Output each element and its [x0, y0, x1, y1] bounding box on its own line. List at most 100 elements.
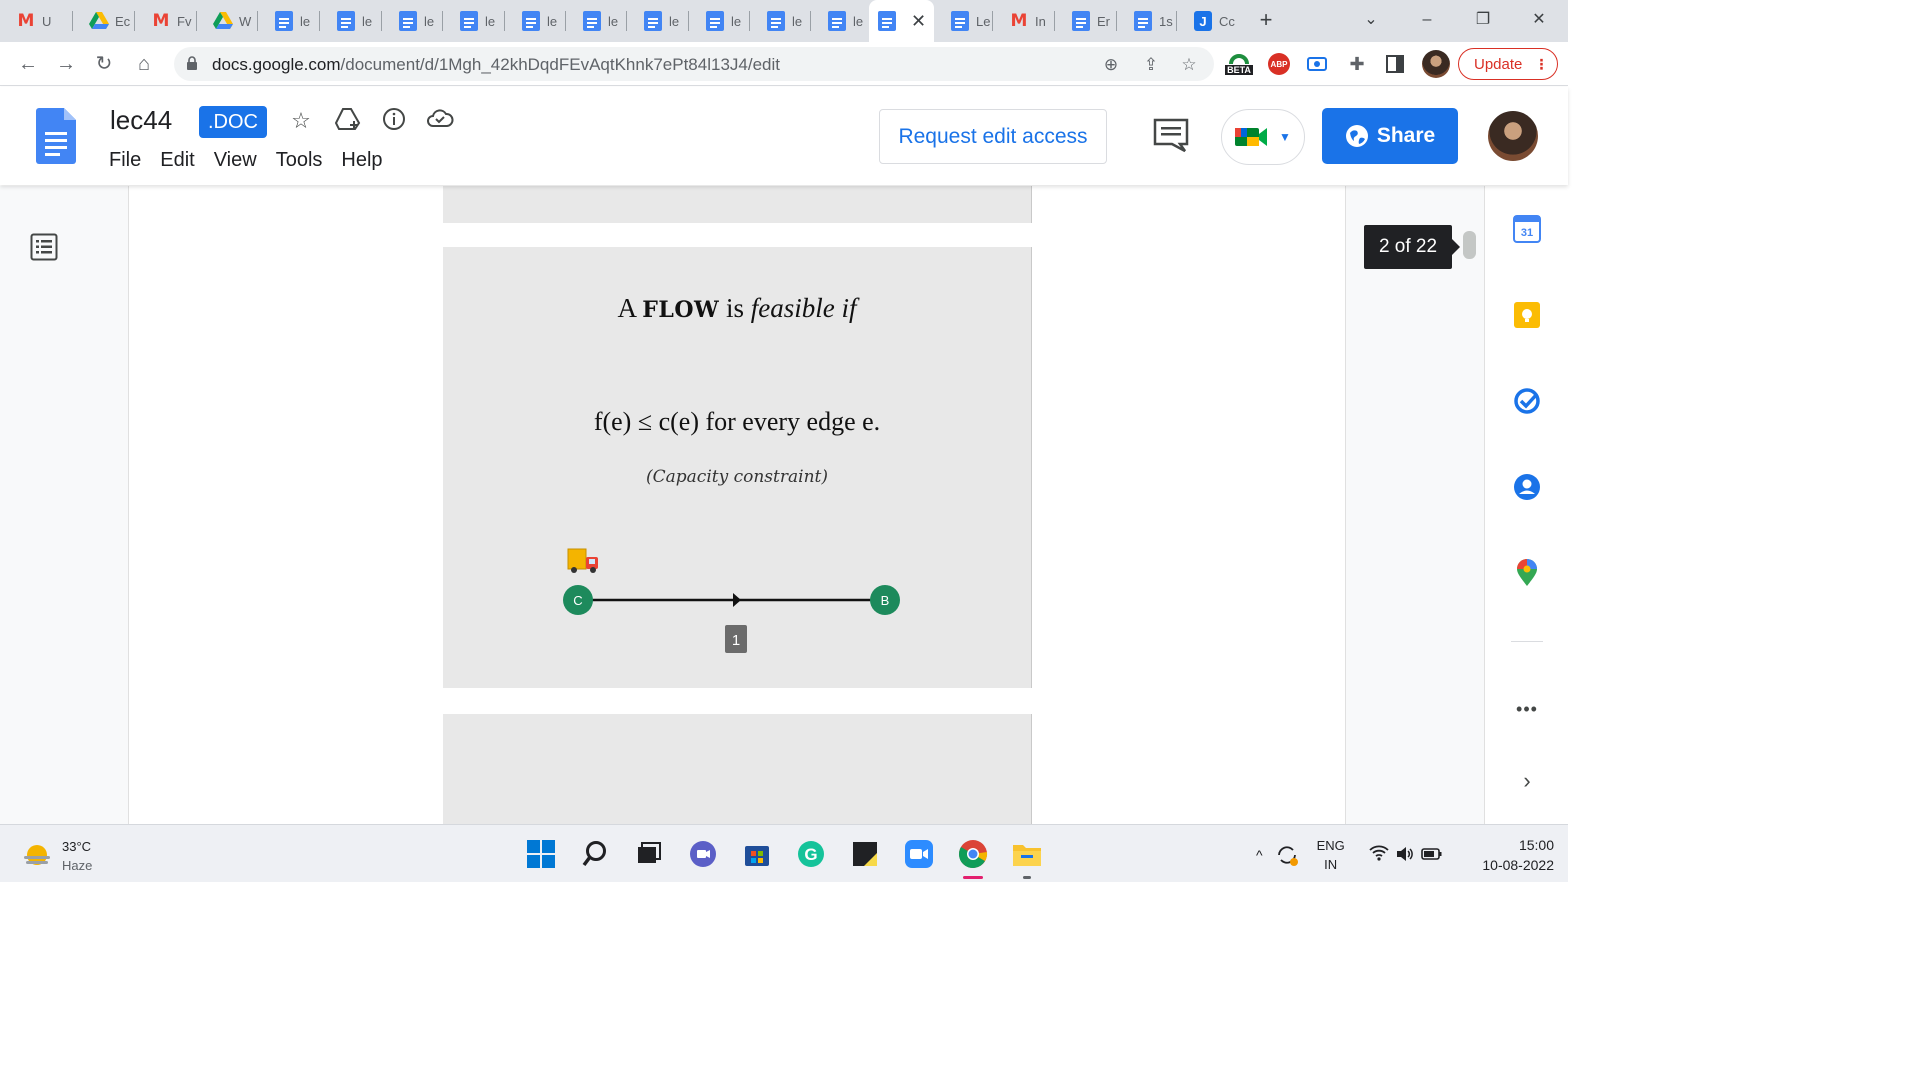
keep-icon[interactable]: [1512, 300, 1542, 330]
screen-capture-icon[interactable]: [1306, 51, 1328, 77]
forward-button[interactable]: →: [52, 50, 80, 78]
wifi-icon[interactable]: [1369, 845, 1389, 866]
browser-tab[interactable]: J Cc: [1177, 8, 1239, 34]
home-button[interactable]: ⌂: [130, 50, 158, 78]
browser-tab[interactable]: Le: [934, 8, 993, 34]
page-number-indicator: 2 of 22: [1364, 225, 1460, 269]
explorer-running-indicator: [1023, 876, 1031, 879]
browser-tab-active[interactable]: ✕: [869, 0, 934, 42]
windows-taskbar: 33°C Haze G ^ ENG IN 15:00 10-08-2022: [0, 824, 1568, 882]
browser-tab[interactable]: le: [627, 8, 689, 34]
update-button[interactable]: Update ⋮: [1458, 48, 1558, 80]
browser-tab[interactable]: Ec: [73, 8, 135, 34]
globe-icon: [1345, 125, 1368, 147]
sync-icon[interactable]: [1275, 843, 1299, 867]
browser-tab[interactable]: le: [689, 8, 750, 34]
profile-avatar[interactable]: [1422, 50, 1450, 78]
sticky-notes-icon[interactable]: [850, 839, 880, 869]
info-icon[interactable]: [380, 107, 408, 135]
calendar-icon[interactable]: 31: [1512, 214, 1542, 244]
menu-view[interactable]: View: [214, 149, 257, 172]
side-panel-toggle-icon[interactable]: [1384, 51, 1406, 77]
microsoft-store-icon[interactable]: [742, 839, 772, 869]
adblock-icon[interactable]: ABP: [1268, 53, 1290, 75]
lock-icon[interactable]: [186, 56, 198, 70]
google-docs-logo[interactable]: [36, 108, 76, 164]
restore-button[interactable]: ❐: [1468, 6, 1498, 34]
gmail-icon: M: [1010, 11, 1028, 31]
menu-file[interactable]: File: [109, 149, 141, 172]
task-view-icon[interactable]: [634, 839, 664, 869]
browser-tab[interactable]: le: [382, 8, 443, 34]
tab-title: le: [731, 13, 742, 29]
google-docs-icon: [827, 11, 847, 31]
document-title[interactable]: lec44: [110, 105, 172, 136]
maps-icon[interactable]: [1512, 558, 1542, 588]
address-bar[interactable]: docs.google.com/document/d/1Mgh_42khDqdF…: [174, 47, 1214, 81]
document-outline-icon[interactable]: [30, 233, 58, 261]
close-tab-icon[interactable]: ✕: [911, 11, 926, 32]
browser-tab[interactable]: le: [811, 8, 869, 34]
back-button[interactable]: ←: [14, 50, 42, 78]
reload-button[interactable]: ↻: [90, 50, 118, 78]
account-avatar[interactable]: [1488, 111, 1538, 161]
share-button[interactable]: Share: [1322, 108, 1458, 164]
close-window-button[interactable]: ✕: [1524, 6, 1554, 34]
new-tab-button[interactable]: +: [1254, 8, 1278, 32]
browser-tab[interactable]: le: [750, 8, 811, 34]
document-canvas[interactable]: A FLOW is feasible if f(e) ≤ c(e) for ev…: [0, 186, 1484, 824]
star-icon[interactable]: ☆: [287, 107, 315, 135]
volume-icon[interactable]: [1395, 846, 1415, 865]
node-b-label: B: [881, 593, 890, 608]
language-indicator[interactable]: ENG IN: [1317, 836, 1345, 874]
browser-tab[interactable]: le: [258, 8, 320, 34]
teams-chat-icon[interactable]: [688, 839, 718, 869]
bookmark-star-icon[interactable]: ☆: [1178, 55, 1200, 75]
system-tray: ^ ENG IN: [1256, 835, 1443, 875]
tasks-icon[interactable]: [1512, 386, 1542, 416]
chrome-icon[interactable]: [958, 839, 988, 869]
browser-tab[interactable]: 1s: [1117, 8, 1177, 34]
share-page-icon[interactable]: ⇪: [1140, 55, 1162, 75]
file-explorer-icon[interactable]: [1012, 839, 1042, 869]
browser-tab[interactable]: W: [197, 8, 258, 34]
comment-history-icon[interactable]: [1152, 117, 1190, 153]
browser-tab[interactable]: M In: [993, 8, 1055, 34]
menu-edit[interactable]: Edit: [160, 149, 194, 172]
tab-title: Cc: [1219, 13, 1235, 29]
request-edit-access-button[interactable]: Request edit access: [879, 109, 1107, 164]
expand-panel-chevron-icon[interactable]: ›: [1512, 766, 1542, 796]
browser-tab[interactable]: le: [566, 8, 627, 34]
search-icon[interactable]: [580, 839, 610, 869]
cloud-saved-icon[interactable]: [426, 107, 454, 135]
beta-extension-icon[interactable]: BETA: [1222, 51, 1256, 77]
battery-icon[interactable]: [1420, 846, 1443, 865]
scrollbar-thumb[interactable]: [1463, 231, 1476, 259]
extensions-puzzle-icon[interactable]: ✚: [1346, 51, 1368, 77]
more-options-icon[interactable]: •••: [1512, 694, 1542, 724]
tab-search-icon[interactable]: ⌄: [1356, 6, 1386, 34]
menu-tools[interactable]: Tools: [276, 149, 323, 172]
google-docs-icon: [459, 11, 479, 31]
menu-help[interactable]: Help: [341, 149, 382, 172]
tab-title: le: [853, 13, 864, 29]
minimize-button[interactable]: –: [1412, 6, 1442, 34]
show-hidden-icons-chevron-icon[interactable]: ^: [1256, 847, 1263, 863]
svg-text:G: G: [804, 845, 817, 864]
browser-tab[interactable]: M Fv: [135, 8, 197, 34]
contacts-icon[interactable]: [1512, 472, 1542, 502]
grammarly-icon[interactable]: G: [796, 839, 826, 869]
move-to-drive-icon[interactable]: [334, 107, 362, 135]
browser-tab[interactable]: le: [443, 8, 505, 34]
clock-date: 10-08-2022: [1482, 857, 1554, 873]
system-clock[interactable]: 15:00 10-08-2022: [1464, 835, 1554, 875]
meet-button[interactable]: ▼: [1221, 109, 1305, 165]
browser-tab[interactable]: le: [505, 8, 566, 34]
weather-widget[interactable]: 33°C Haze: [22, 837, 92, 875]
zoom-app-icon[interactable]: [904, 839, 934, 869]
browser-tab[interactable]: Er: [1055, 8, 1117, 34]
browser-tab[interactable]: le: [320, 8, 382, 34]
zoom-icon[interactable]: ⊕: [1100, 55, 1122, 75]
start-button[interactable]: [526, 839, 556, 869]
browser-tab[interactable]: MU: [0, 8, 73, 34]
